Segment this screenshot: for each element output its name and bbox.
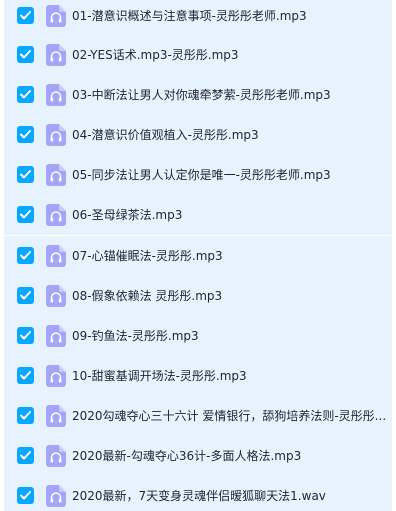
file-name[interactable]: 10-甜蜜基调开场法-灵彤彤.mp3 <box>72 356 247 396</box>
row-checkbox[interactable] <box>17 86 34 103</box>
file-name[interactable]: 05-同步法让男人认定你是唯一-灵彤彤老师.mp3 <box>72 155 331 195</box>
file-row[interactable]: 05-同步法让男人认定你是唯一-灵彤彤老师.mp3 <box>4 155 392 195</box>
audio-file-icon <box>46 84 66 106</box>
file-row[interactable]: 10-甜蜜基调开场法-灵彤彤.mp3 <box>4 356 392 396</box>
file-name[interactable]: 02-YES话术.mp3-灵彤彤.mp3 <box>72 35 239 75</box>
audio-file-icon <box>46 325 66 347</box>
file-name[interactable]: 07-心锚催眠法-灵彤彤.mp3 <box>72 236 223 276</box>
row-checkbox[interactable] <box>17 46 34 63</box>
file-name[interactable]: 2020最新，7天变身灵魂伴侣暧狐聊天法1.wav <box>72 476 326 511</box>
file-row[interactable]: 2020勾魂夺心三十六计 爱情银行，舔狗培养法则-灵彤彤... <box>4 396 392 436</box>
row-checkbox[interactable] <box>17 367 34 384</box>
file-row[interactable]: 04-潜意识价值观植入-灵彤彤.mp3 <box>4 115 392 155</box>
file-name[interactable]: 2020最新-勾魂夺心36计-多面人格法.mp3 <box>72 436 301 476</box>
file-name[interactable]: 09-钓鱼法-灵彤彤.mp3 <box>72 316 199 356</box>
audio-file-icon <box>46 204 66 226</box>
row-checkbox[interactable] <box>17 287 34 304</box>
audio-file-icon <box>46 124 66 146</box>
audio-file-icon <box>46 245 66 267</box>
file-name[interactable]: 2020勾魂夺心三十六计 爱情银行，舔狗培养法则-灵彤彤... <box>72 396 386 436</box>
row-checkbox[interactable] <box>17 166 34 183</box>
row-checkbox[interactable] <box>17 447 34 464</box>
row-checkbox[interactable] <box>17 487 34 504</box>
audio-file-icon <box>46 44 66 66</box>
file-row[interactable]: 2020最新-勾魂夺心36计-多面人格法.mp3 <box>4 436 392 476</box>
row-checkbox[interactable] <box>17 126 34 143</box>
file-row[interactable]: 2020最新，7天变身灵魂伴侣暧狐聊天法1.wav <box>4 476 392 511</box>
file-name[interactable]: 03-中断法让男人对你魂牵梦萦-灵彤彤老师.mp3 <box>72 75 331 115</box>
file-row[interactable]: 03-中断法让男人对你魂牵梦萦-灵彤彤老师.mp3 <box>4 75 392 115</box>
file-row[interactable]: 01-潜意识概述与注意事项-灵彤彤老师.mp3 <box>4 0 392 36</box>
row-checkbox[interactable] <box>17 7 34 24</box>
audio-file-icon <box>46 365 66 387</box>
audio-file-icon <box>46 445 66 467</box>
file-name[interactable]: 04-潜意识价值观植入-灵彤彤.mp3 <box>72 115 259 155</box>
audio-file-icon <box>46 285 66 307</box>
file-row[interactable]: 02-YES话术.mp3-灵彤彤.mp3 <box>4 35 392 75</box>
audio-file-icon <box>46 405 66 427</box>
row-checkbox[interactable] <box>17 206 34 223</box>
file-row[interactable]: 06-圣母绿茶法.mp3 <box>4 195 392 235</box>
file-row[interactable]: 09-钓鱼法-灵彤彤.mp3 <box>4 316 392 356</box>
file-name[interactable]: 06-圣母绿茶法.mp3 <box>72 195 182 235</box>
file-list: 01-潜意识概述与注意事项-灵彤彤老师.mp3 02-YES话术.mp3-灵彤彤.… <box>0 0 396 511</box>
row-checkbox[interactable] <box>17 407 34 424</box>
file-row[interactable]: 08-假象依赖法 灵彤彤.mp3 <box>4 276 392 316</box>
file-row[interactable]: 07-心锚催眠法-灵彤彤.mp3 <box>4 236 392 276</box>
audio-file-icon <box>46 164 66 186</box>
row-checkbox[interactable] <box>17 247 34 264</box>
audio-file-icon <box>46 485 66 507</box>
file-name[interactable]: 08-假象依赖法 灵彤彤.mp3 <box>72 276 222 316</box>
audio-file-icon <box>46 5 66 27</box>
row-checkbox[interactable] <box>17 327 34 344</box>
file-name[interactable]: 01-潜意识概述与注意事项-灵彤彤老师.mp3 <box>72 0 307 36</box>
